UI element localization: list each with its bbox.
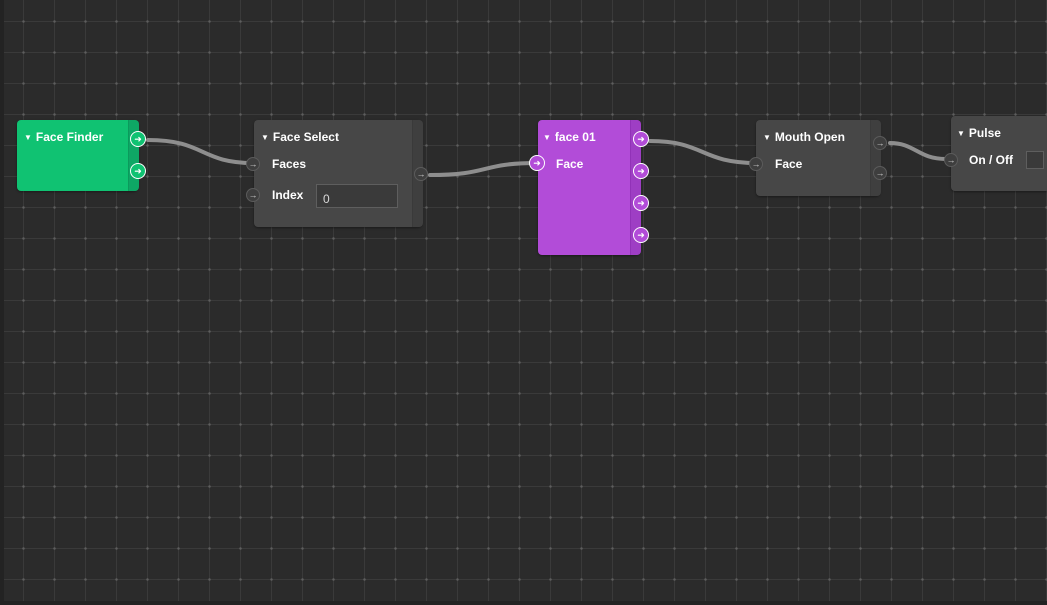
mouth-open-title[interactable]: ▼ Mouth Open <box>763 130 845 146</box>
arrow-right-icon: → <box>248 189 258 200</box>
canvas-bottom-border <box>0 601 1047 605</box>
arrow-right-icon: → <box>248 158 258 169</box>
arrow-right-icon: → <box>416 168 426 179</box>
face-finder-output-port-2[interactable]: ➜ <box>130 163 146 179</box>
face-01-output-port-4[interactable]: ➜ <box>633 227 649 243</box>
face-01-title-label: face 01 <box>554 130 596 144</box>
arrow-right-icon: ➜ <box>637 133 645 144</box>
mouth-open-input-face-label: Face <box>775 157 803 171</box>
face-finder-node[interactable]: ▼ Face Finder <box>17 120 139 191</box>
pulse-node[interactable]: ▼ Pulse On / Off <box>951 116 1047 191</box>
face-select-title-label: Face Select <box>272 130 339 144</box>
pulse-title[interactable]: ▼ Pulse <box>957 126 1001 142</box>
face-01-input-port-face[interactable]: ➜ <box>529 155 545 171</box>
arrow-right-icon: ➜ <box>637 197 645 208</box>
arrow-right-icon: → <box>875 137 885 148</box>
pulse-input-on-off-label: On / Off <box>969 153 1013 167</box>
face-select-input-index-label: Index <box>272 188 304 202</box>
arrow-right-icon: → <box>751 158 761 169</box>
face-finder-title-label: Face Finder <box>35 130 104 144</box>
face-select-input-faces-label: Faces <box>272 157 307 171</box>
face-select-input-port-faces[interactable]: → <box>246 157 260 171</box>
mouth-open-title-label: Mouth Open <box>774 130 845 144</box>
arrow-right-icon: ➜ <box>637 229 645 240</box>
mouth-open-input-port-face[interactable]: → <box>749 157 763 171</box>
face-select-node[interactable]: ▼ Face Select Faces Index <box>254 120 423 227</box>
arrow-right-icon: ➜ <box>533 157 541 168</box>
face-select-title[interactable]: ▼ Face Select <box>261 130 339 146</box>
face-select-index-field[interactable] <box>316 184 398 208</box>
face-finder-output-port-1[interactable]: ➜ <box>130 131 146 147</box>
face-01-output-port-2[interactable]: ➜ <box>633 163 649 179</box>
face-01-output-port-1[interactable]: ➜ <box>633 131 649 147</box>
face-01-node[interactable]: ▼ face 01 Face <box>538 120 641 255</box>
pulse-input-port-on-off[interactable]: → <box>944 153 958 167</box>
caret-down-icon[interactable]: ▼ <box>543 133 551 142</box>
face-01-output-port-3[interactable]: ➜ <box>633 195 649 211</box>
pulse-on-off-checkbox[interactable] <box>1026 151 1044 169</box>
face-01-input-face-label: Face <box>556 157 584 171</box>
arrow-right-icon: → <box>875 167 885 178</box>
caret-down-icon[interactable]: ▼ <box>261 133 269 142</box>
caret-down-icon[interactable]: ▼ <box>24 133 32 142</box>
node-graph-canvas[interactable] <box>0 0 1047 605</box>
caret-down-icon[interactable]: ▼ <box>763 133 771 142</box>
arrow-right-icon: ➜ <box>134 133 142 144</box>
arrow-right-icon: ➜ <box>637 165 645 176</box>
face-01-title[interactable]: ▼ face 01 <box>543 130 596 146</box>
arrow-right-icon: → <box>946 154 956 165</box>
arrow-right-icon: ➜ <box>134 165 142 176</box>
canvas-left-border <box>0 0 4 605</box>
mouth-open-output-port-2[interactable]: → <box>873 166 887 180</box>
pulse-title-label: Pulse <box>968 126 1001 140</box>
face-select-output-port[interactable]: → <box>414 167 428 181</box>
mouth-open-output-port-1[interactable]: → <box>873 136 887 150</box>
mouth-open-output-rail <box>870 120 881 196</box>
mouth-open-node[interactable]: ▼ Mouth Open Face <box>756 120 881 196</box>
face-finder-title[interactable]: ▼ Face Finder <box>24 130 103 146</box>
face-select-input-port-index[interactable]: → <box>246 188 260 202</box>
caret-down-icon[interactable]: ▼ <box>957 129 965 138</box>
